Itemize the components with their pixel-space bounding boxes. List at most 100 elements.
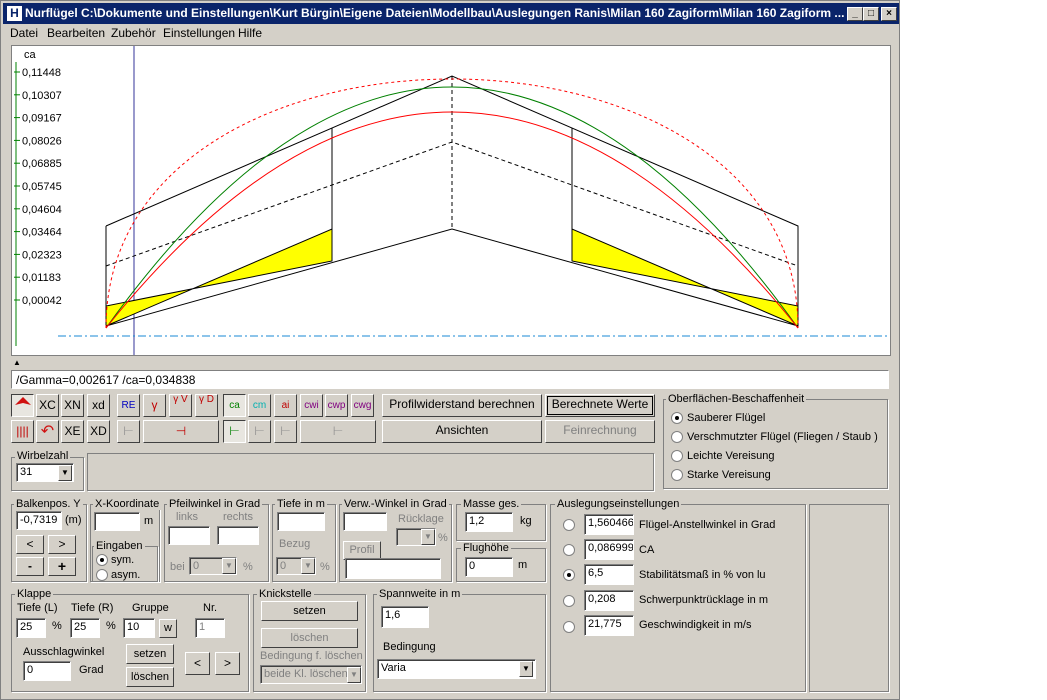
balken-plus-button[interactable]: + [48,557,76,576]
chevron-down-icon[interactable]: ▼ [519,661,533,677]
menu-hilfe[interactable]: Hilfe [238,26,262,40]
pfeil-unit: % [243,561,253,573]
auslegung-geschwindigkeit-input[interactable]: 21,775 [584,615,634,636]
balken-left-button[interactable]: < [16,535,44,554]
pfeil-links-input[interactable] [168,526,210,545]
gamma-d-button[interactable]: γ D [195,394,218,417]
menu-zubehoer[interactable]: Zubehör [111,26,156,40]
klappe-nr-input[interactable]: 1 [195,618,225,638]
spannweite-input[interactable]: 1,6 [381,606,429,628]
klappe-loeschen-button[interactable]: löschen [126,667,174,687]
auslegung-anstellwinkel-input[interactable]: 1,560466 [584,514,634,535]
tiefe-input[interactable] [277,512,325,531]
knick-loeschen-button[interactable]: löschen [261,628,358,648]
kink-icon-button-3[interactable]: ⊢ [223,420,246,443]
balken-minus-button[interactable]: - [16,557,44,576]
maximize-button[interactable]: □ [863,7,879,21]
surface-label-dirty: Verschmutzter Flügel (Fliegen / Staub ) [687,431,878,443]
xd-upper-button[interactable]: XD [87,420,110,443]
kink-icon-button-6[interactable]: ⊢ [300,420,376,443]
re-button[interactable]: RE [117,394,140,417]
xn-button[interactable]: XN [61,394,84,417]
kink-icon-button-1[interactable]: ⊢ [117,420,140,443]
klappe-w-button[interactable]: w [159,619,177,638]
berechnete-werte-button[interactable]: Berechnete Werte [545,394,655,417]
cwi-button[interactable]: cwi [300,394,323,417]
left-flap [105,228,333,327]
series-green-curve [105,86,799,329]
y-tick-label: 0,05745 [22,181,62,193]
xd-button[interactable]: xd [87,394,110,417]
wing-view-button[interactable] [11,394,34,417]
chevron-down-icon[interactable]: ▼ [301,558,315,574]
ca-button[interactable]: ca [223,394,246,417]
klappe-ausschlag-input[interactable]: 0 [23,661,71,681]
klappe-tiefe-r-input[interactable]: 25 [70,618,100,638]
cm-button[interactable]: cm [248,394,271,417]
close-button[interactable]: × [881,7,897,21]
slider-marker[interactable]: ▲ [13,358,21,367]
auslegung-radio-schwerpunkt[interactable] [563,595,575,607]
cwg-button[interactable]: cwg [351,394,374,417]
chevron-down-icon[interactable]: ▼ [58,465,72,481]
xkoord-input[interactable] [94,512,140,531]
surface-label-clean: Sauberer Flügel [687,412,766,424]
auslegung-radio-ca[interactable] [563,544,575,556]
auslegung-radio-geschwindigkeit[interactable] [563,621,575,633]
chevron-down-icon[interactable]: ▼ [421,529,435,545]
y-tick-label: 0,01183 [22,272,61,284]
ai-button[interactable]: ai [274,394,297,417]
menu-einstellungen[interactable]: Einstellungen [163,26,235,40]
menu-datei[interactable]: Datei [10,26,38,40]
surface-radio-light-ice[interactable] [671,450,683,462]
kink-icon-button-4[interactable]: ⊢ [248,420,271,443]
klappe-prev-button[interactable]: < [185,652,210,675]
feinrechnung-button[interactable]: Feinrechnung [545,420,655,443]
xc-button[interactable]: XC [36,394,59,417]
klappe-tiefe-l-input[interactable]: 25 [16,618,46,638]
undo-button[interactable]: ↶ [36,420,59,443]
spannweite-bedingung-select[interactable]: Varia [377,659,536,679]
kink-icon-button-2[interactable]: ⊣ [143,420,219,443]
xe-button[interactable]: XE [61,420,84,443]
klappe-next-button[interactable]: > [215,652,240,675]
auslegung-radio-anstellwinkel[interactable] [563,519,575,531]
surface-radio-clean[interactable] [671,412,683,424]
auslegung-radio-stabilitaet[interactable] [563,569,575,581]
profilwiderstand-button[interactable]: Profilwiderstand berechnen [382,394,542,417]
pfeil-bei-label: bei [170,561,185,573]
balken-right-button[interactable]: > [48,535,76,554]
kink-icon-button-5[interactable]: ⊢ [274,420,297,443]
auslegung-ca-input[interactable]: 0,086999 [584,539,634,560]
ribs-button[interactable]: |||| [11,420,34,443]
asym-radio[interactable] [96,569,108,581]
window-title: Nurflügel C:\Dokumente und Einstellungen… [25,6,845,20]
chevron-down-icon[interactable]: ▼ [347,667,361,683]
chevron-down-icon[interactable]: ▼ [222,558,236,574]
klappe-setzen-button[interactable]: setzen [126,644,174,664]
eingaben-title: Eingaben [94,540,145,552]
masse-input[interactable]: 1,2 [465,512,513,532]
verw-input[interactable] [343,512,387,531]
gamma-button[interactable]: γ [143,394,166,417]
surface-radio-dirty[interactable] [671,431,683,443]
knick-setzen-button[interactable]: setzen [261,601,358,621]
wing-chart[interactable]: ca 0,11448 0,10307 0,09167 0,08026 0,06885 0,… [11,45,891,356]
pfeil-rechts-input[interactable] [217,526,259,545]
minimize-button[interactable]: _ [847,7,863,21]
klappe-gruppe-input[interactable]: 10 [123,618,155,638]
profil-input[interactable] [345,558,441,579]
menu-bearbeiten[interactable]: Bearbeiten [47,26,105,40]
flughoehe-input[interactable]: 0 [465,557,513,577]
auslegung-schwerpunkt-input[interactable]: 0,208 [584,590,634,611]
surface-radio-heavy-ice[interactable] [671,469,683,481]
ansichten-button[interactable]: Ansichten [382,420,542,443]
auslegung-stabilitaet-input[interactable]: 6,5 [584,564,634,585]
sym-radio[interactable] [96,554,108,566]
surface-title: Oberflächen-Beschaffenheit [666,393,807,405]
y-tick-label: 0,08026 [22,135,62,147]
cwp-button[interactable]: cwp [325,394,348,417]
balkenpos-input[interactable]: -0,7319 [16,511,62,530]
gamma-v-button[interactable]: γ V [169,394,192,417]
y-ticks: 0,11448 0,10307 0,09167 0,08026 0,06885 0,057… [14,67,62,307]
